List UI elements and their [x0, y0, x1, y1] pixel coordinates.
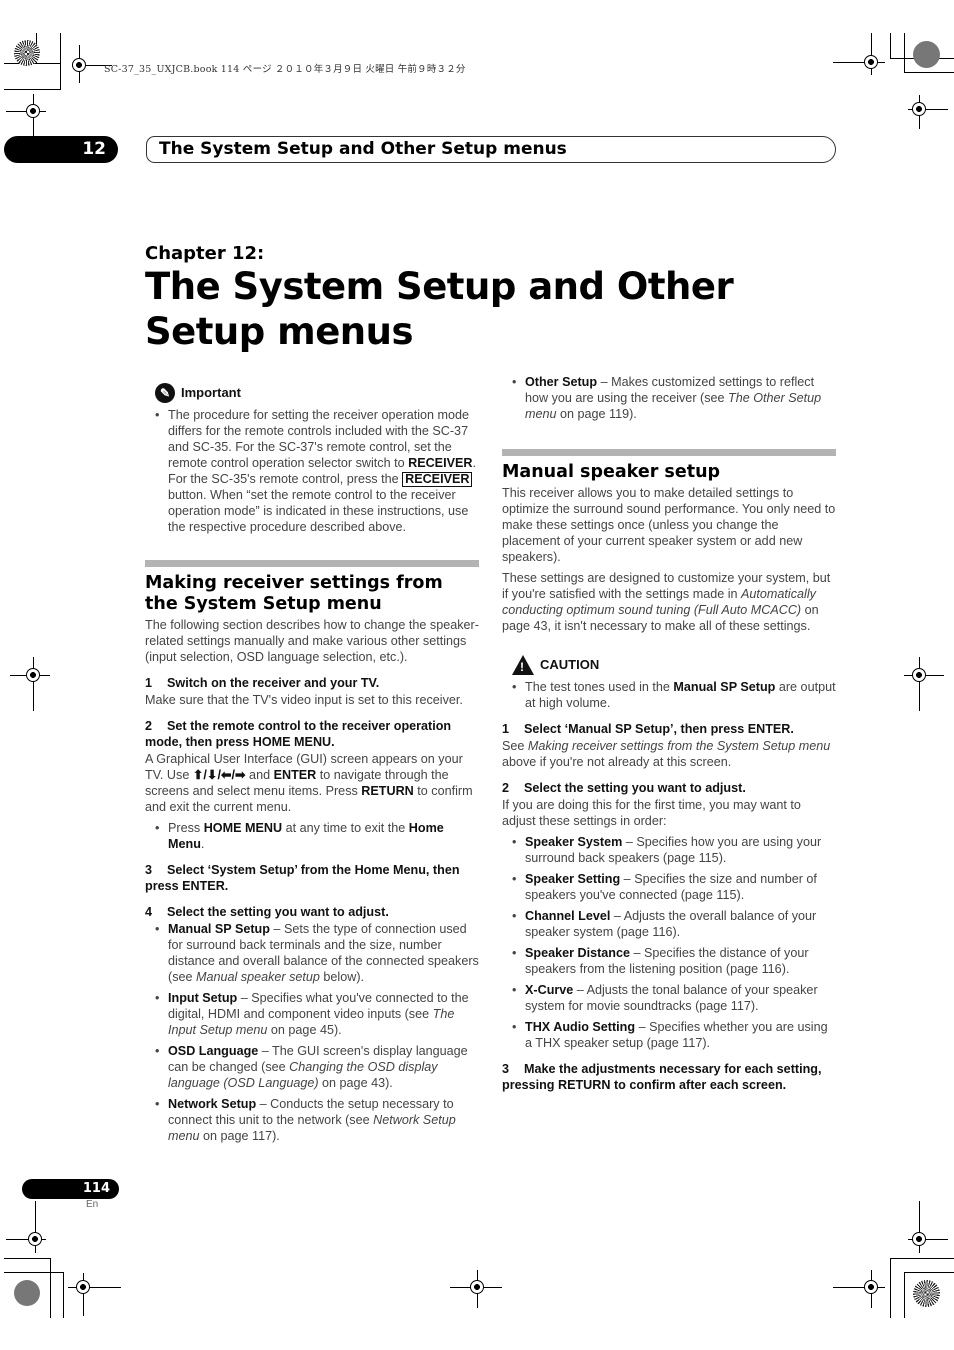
registration-target-icon — [864, 1280, 878, 1294]
arrow-keys-icon: ⬆/⬇/⬅/➡ — [192, 768, 246, 782]
registration-target-icon — [76, 1280, 90, 1294]
registration-target-icon — [912, 1232, 926, 1246]
list-item: Speaker Distance – Specifies the distanc… — [502, 945, 836, 977]
step-1-text: See Making receiver settings from the Sy… — [502, 739, 831, 769]
chapter-label: Chapter 12: — [145, 243, 265, 264]
registration-disc-icon — [14, 1280, 40, 1306]
chapter-number-tab: 12 — [4, 136, 118, 163]
list-item: Speaker System – Specifies how you are u… — [502, 834, 836, 866]
important-heading: ✎ Important — [155, 383, 479, 403]
running-header: The System Setup and Other Setup menus — [146, 136, 836, 163]
registration-disc-icon — [913, 41, 940, 68]
list-item: Speaker Setting – Specifies the size and… — [502, 871, 836, 903]
step-2-title: 2 Set the remote control to the receiver … — [145, 719, 452, 749]
step-3-title: 3 Select ‘System Setup’ from the Home Men… — [145, 863, 460, 893]
registration-target-icon — [26, 668, 40, 682]
receiver-switch-label: RECEIVER — [408, 456, 473, 470]
registration-target-icon — [912, 102, 926, 116]
cross-reference: Making receiver settings from the System… — [527, 739, 831, 753]
section-heading-manual-speaker: Manual speaker setup — [502, 462, 721, 482]
step-3-title: 3 Make the adjustments necessary for each… — [502, 1062, 822, 1092]
important-pin-icon: ✎ — [155, 383, 175, 403]
list-item: Network Setup – Conducts the setup neces… — [145, 1096, 479, 1144]
list-item: Manual SP Setup – Sets the type of conne… — [145, 921, 479, 985]
caution-bullet: The test tones used in the Manual SP Set… — [502, 679, 836, 711]
list-item: X-Curve – Adjusts the tonal balance of y… — [502, 982, 836, 1014]
chapter-title: The System Setup and Other Setup menus — [145, 265, 734, 353]
caution-heading: ! CAUTION — [512, 655, 836, 675]
left-column: ✎ Important The procedure for setting th… — [145, 383, 479, 1149]
section-divider — [502, 449, 836, 456]
list-item: Channel Level – Adjusts the overall bala… — [502, 908, 836, 940]
registration-target-icon — [864, 55, 878, 69]
step-1-text: Make sure that the TV's video input is s… — [145, 693, 463, 707]
section-intro: The following section describes how to c… — [145, 618, 479, 664]
registration-target-icon — [26, 104, 40, 118]
step-2-text: A Graphical User Interface (GUI) screen … — [145, 752, 473, 814]
language-code: En — [86, 1199, 99, 1210]
important-label: Important — [181, 385, 241, 400]
step-2-bullet: Press HOME MENU at any time to exit the … — [145, 820, 479, 852]
receiver-button-glyph: RECEIVER — [402, 472, 473, 487]
print-info-line: SC-37_35_UXJCB.book 114 ページ ２０１０年３月９日 火曜… — [104, 64, 466, 75]
section-paragraph: These settings are designed to customize… — [502, 571, 831, 633]
list-item: Other Setup – Makes customized settings … — [502, 374, 836, 422]
registration-target-icon — [28, 1232, 42, 1246]
step-2-title: 2 Select the setting you want to adjust. — [502, 781, 746, 795]
registration-target-icon — [912, 668, 926, 682]
caution-triangle-icon: ! — [512, 655, 534, 675]
step-4-title: 4 Select the setting you want to adjust. — [145, 905, 389, 919]
registration-disc-icon — [14, 40, 40, 66]
registration-target-icon — [470, 1280, 484, 1294]
important-bullet: The procedure for setting the receiver o… — [145, 407, 479, 535]
section-heading-system-setup: Making receiver settings from the System… — [145, 573, 443, 614]
step-1-title: 1 Select ‘Manual SP Setup’, then press EN… — [502, 722, 794, 736]
registration-disc-icon — [913, 1280, 940, 1307]
cross-reference: Manual speaker setup — [196, 970, 320, 984]
step-2-text: If you are doing this for the first time… — [502, 798, 801, 828]
step-1-title: 1 Switch on the receiver and your TV. — [145, 676, 380, 690]
right-column: Other Setup – Makes customized settings … — [502, 374, 836, 1094]
registration-target-icon — [72, 58, 86, 72]
list-item: THX Audio Setting – Specifies whether yo… — [502, 1019, 836, 1051]
section-paragraph: This receiver allows you to make detaile… — [502, 486, 836, 564]
list-item: OSD Language – The GUI screen's display … — [145, 1043, 479, 1091]
section-divider — [145, 560, 479, 567]
page-number: 114 — [22, 1179, 119, 1199]
list-item: Input Setup – Specifies what you've conn… — [145, 990, 479, 1038]
